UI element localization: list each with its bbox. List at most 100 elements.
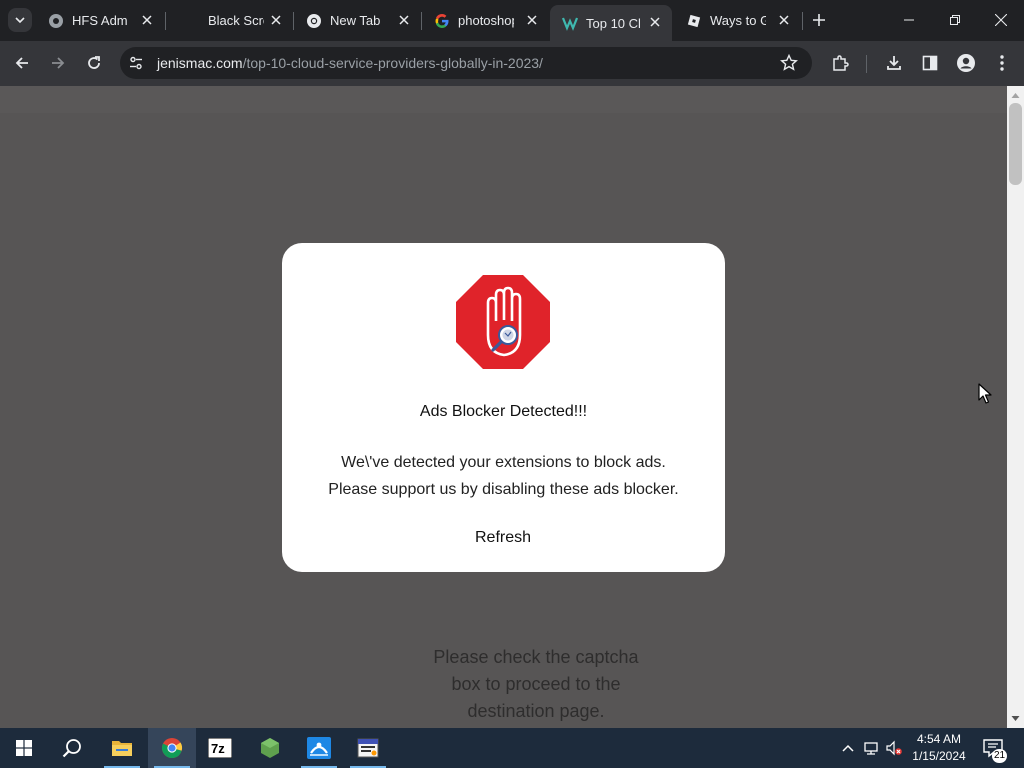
chevron-up-icon[interactable] xyxy=(840,740,856,756)
puzzle-icon xyxy=(833,55,849,71)
site-settings-icon[interactable] xyxy=(128,55,144,71)
close-icon[interactable] xyxy=(648,15,662,29)
side-panel-button[interactable] xyxy=(918,51,942,75)
refresh-button[interactable]: Refresh xyxy=(458,526,548,550)
roblox-icon xyxy=(686,13,702,29)
bookmark-star-icon[interactable] xyxy=(780,54,798,72)
scroll-up-arrow-icon[interactable] xyxy=(1011,91,1020,100)
taskbar-app[interactable] xyxy=(295,728,343,768)
tab-title: New Tab xyxy=(330,13,381,28)
scroll-thumb[interactable] xyxy=(1009,103,1022,185)
captcha-line: box to proceed to the xyxy=(451,674,621,694)
restore-button[interactable] xyxy=(932,0,978,40)
tab-title: HFS Admir xyxy=(72,13,128,28)
start-button[interactable] xyxy=(0,728,48,768)
chrome-icon xyxy=(161,738,183,758)
network-icon[interactable] xyxy=(863,740,879,756)
captcha-message: Please check the captcha box to proceed … xyxy=(386,644,686,725)
tab-strip: HFS Admir Black Scre New Tab photoshop xyxy=(0,0,1024,41)
download-icon xyxy=(887,56,901,70)
file-explorer-icon xyxy=(112,741,132,756)
extensions-button[interactable] xyxy=(828,51,852,75)
blank-favicon-icon xyxy=(184,13,200,29)
plus-icon xyxy=(813,14,825,26)
url-path: /top-10-cloud-service-providers-globally… xyxy=(242,55,543,71)
search-icon xyxy=(62,739,81,758)
captcha-line: destination page. xyxy=(467,701,605,721)
close-icon[interactable] xyxy=(525,13,539,27)
address-bar[interactable]: jenismac.com/top-10-cloud-service-provid… xyxy=(120,47,812,79)
tab-photoshop[interactable]: photoshop xyxy=(422,6,549,35)
jenismac-icon xyxy=(562,15,578,31)
clock-date: 1/15/2024 xyxy=(912,749,966,763)
forward-button[interactable] xyxy=(46,51,70,75)
tab-title: photoshop xyxy=(458,13,514,28)
browser-toolbar: jenismac.com/top-10-cloud-service-provid… xyxy=(0,41,1024,86)
close-window-button[interactable] xyxy=(978,0,1024,40)
hfs-icon xyxy=(48,13,64,29)
reload-icon xyxy=(88,56,100,69)
svg-text:7z: 7z xyxy=(211,741,225,756)
close-icon[interactable] xyxy=(269,13,283,27)
mouse-cursor-icon xyxy=(978,383,992,404)
taskbar-search-button[interactable] xyxy=(48,728,96,768)
restore-icon xyxy=(950,15,960,25)
windows-taskbar: 7z 4:54 AM 1/15/2024 21 xyxy=(0,728,1024,768)
taskbar-chrome[interactable] xyxy=(148,728,196,768)
close-icon xyxy=(995,14,1007,26)
tab-top-10-cloud[interactable]: Top 10 Clo xyxy=(550,5,672,41)
close-icon[interactable] xyxy=(397,13,411,27)
tab-title: Ways to G xyxy=(710,13,766,28)
url-text: jenismac.com/top-10-cloud-service-provid… xyxy=(157,55,543,71)
minimize-button[interactable] xyxy=(886,0,932,40)
forward-arrow-icon xyxy=(52,57,65,69)
toolbar-separator xyxy=(866,55,867,73)
modal-message-line: Please support us by disabling these ads… xyxy=(328,481,679,498)
app-icon xyxy=(307,737,331,759)
page-scrollbar[interactable] xyxy=(1007,86,1024,728)
volume-muted-icon[interactable] xyxy=(886,740,902,756)
close-icon[interactable] xyxy=(140,13,154,27)
tab-ways-to-g[interactable]: Ways to G xyxy=(674,6,801,35)
back-button[interactable] xyxy=(10,51,34,75)
taskbar-7zip[interactable]: 7z xyxy=(196,728,244,768)
tab-title: Top 10 Clo xyxy=(586,15,640,31)
modal-message-line: We\'ve detected your extensions to block… xyxy=(341,454,666,471)
system-clock[interactable]: 4:54 AM 1/15/2024 xyxy=(906,731,972,765)
media-app-icon xyxy=(357,738,379,758)
google-icon xyxy=(434,13,450,29)
new-tab-button[interactable] xyxy=(808,9,830,31)
web-page: Please check the captcha box to proceed … xyxy=(0,86,1007,728)
url-domain: jenismac.com xyxy=(157,55,243,71)
taskbar-file-explorer[interactable] xyxy=(98,728,146,768)
chrome-icon xyxy=(306,13,322,29)
menu-button[interactable] xyxy=(990,51,1014,75)
back-arrow-icon xyxy=(15,57,28,69)
adblock-modal: Ads Blocker Detected!!! We\'ve detected … xyxy=(282,243,725,572)
scroll-down-arrow-icon[interactable] xyxy=(1011,714,1020,723)
nodejs-icon xyxy=(261,738,279,758)
notification-count-badge: 21 xyxy=(992,749,1007,763)
modal-message: We\'ve detected your extensions to block… xyxy=(282,449,725,503)
profile-button[interactable] xyxy=(954,51,978,75)
taskbar-media-app[interactable] xyxy=(344,728,392,768)
taskbar-nodejs[interactable] xyxy=(246,728,294,768)
downloads-button[interactable] xyxy=(882,51,906,75)
captcha-line: Please check the captcha xyxy=(433,647,639,667)
7zip-icon: 7z xyxy=(208,738,232,758)
tab-hfs-admin[interactable]: HFS Admir xyxy=(36,6,164,35)
tab-black-screen[interactable]: Black Scre xyxy=(166,6,293,35)
minimize-icon xyxy=(904,19,914,21)
side-panel-icon xyxy=(922,55,938,71)
tab-search-button[interactable] xyxy=(8,8,32,32)
chevron-down-icon xyxy=(15,17,25,24)
more-vertical-icon xyxy=(1000,55,1004,71)
modal-title: Ads Blocker Detected!!! xyxy=(419,403,588,420)
close-icon[interactable] xyxy=(777,13,791,27)
tab-new-tab[interactable]: New Tab xyxy=(294,6,421,35)
reload-button[interactable] xyxy=(82,51,106,75)
tab-separator xyxy=(802,12,803,30)
profile-icon xyxy=(957,54,975,72)
clock-time: 4:54 AM xyxy=(916,732,962,746)
windows-start-icon xyxy=(16,740,32,756)
